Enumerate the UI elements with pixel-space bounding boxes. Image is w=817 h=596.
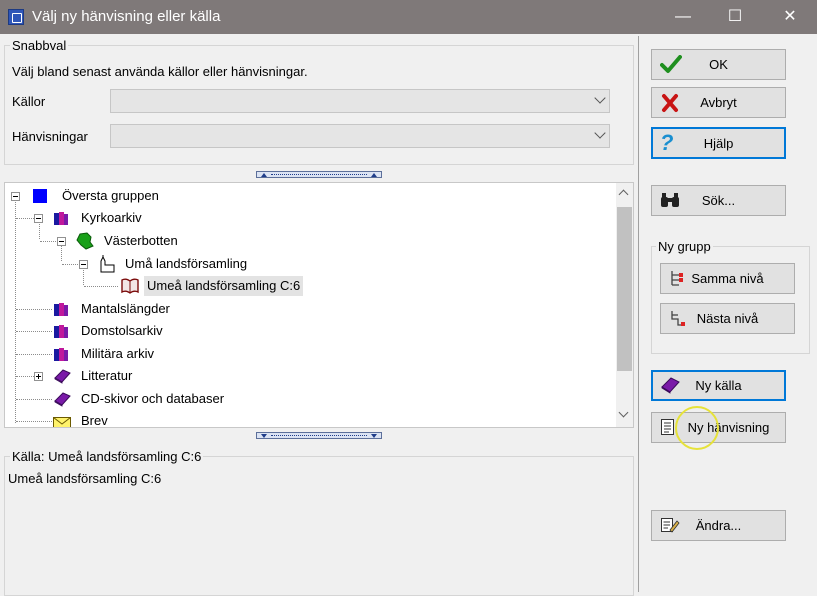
bottom-splitter[interactable]: [256, 432, 382, 439]
title-bar: Välj ny hänvisning eller källa — ☐ ✕: [0, 0, 817, 34]
snabbval-legend: Snabbval: [10, 38, 69, 53]
collapse-icon[interactable]: [11, 192, 20, 201]
blue-square-icon: [33, 189, 47, 203]
tree-node-oversta-gruppen[interactable]: Översta gruppen: [5, 186, 615, 206]
church-icon: [98, 255, 115, 273]
close-button[interactable]: ✕: [767, 0, 813, 34]
panel-divider: [638, 36, 639, 592]
source-info-text: Umeå landsförsamling C:6: [8, 471, 162, 486]
tree-node-cd-skivor[interactable]: CD-skivor och databaser: [5, 389, 615, 409]
snabbval-description: Välj bland senast använda källor eller h…: [12, 64, 308, 79]
tree-node-litteratur[interactable]: Litteratur: [5, 366, 615, 386]
app-icon: [8, 9, 24, 25]
tree-node-mantalslangder[interactable]: Mantalslängder: [5, 299, 615, 319]
expand-icon[interactable]: [34, 372, 43, 381]
cancel-button[interactable]: Avbryt: [651, 87, 786, 118]
scroll-up-icon[interactable]: [618, 189, 629, 200]
kallor-combobox[interactable]: [110, 89, 610, 113]
green-region-icon: [76, 232, 94, 250]
books-icon: [53, 210, 69, 226]
books-icon: [53, 323, 69, 339]
chevron-down-icon: [594, 92, 606, 104]
collapse-icon[interactable]: [79, 260, 88, 269]
kallor-label: Källor: [12, 94, 46, 109]
arrow-up-icon: [261, 173, 267, 177]
arrow-down-icon: [371, 434, 377, 438]
scroll-down-icon[interactable]: [618, 407, 629, 418]
window-title: Välj ny hänvisning eller källa: [32, 8, 221, 25]
purple-book-icon: [53, 391, 71, 407]
books-icon: [53, 346, 69, 362]
edit-button[interactable]: Ändra...: [651, 510, 786, 541]
scroll-thumb[interactable]: [617, 207, 632, 371]
collapse-icon[interactable]: [34, 214, 43, 223]
purple-book-icon: [53, 368, 71, 384]
books-icon: [53, 301, 69, 317]
next-level-button[interactable]: Nästa nivå: [660, 303, 795, 334]
hanvisningar-combobox[interactable]: [110, 124, 610, 148]
tree-node-brev[interactable]: Brev: [5, 411, 615, 427]
tree-node-militara-arkiv[interactable]: Militära arkiv: [5, 344, 615, 364]
same-level-button[interactable]: Samma nivå: [660, 263, 795, 294]
tree-node-uma-landsforsamling[interactable]: Umå landsförsamling: [5, 254, 615, 274]
arrow-down-icon: [261, 434, 267, 438]
ok-button[interactable]: OK: [651, 49, 786, 80]
tree-scrollbar[interactable]: [616, 183, 633, 427]
hanvisningar-label: Hänvisningar: [12, 129, 88, 144]
search-button[interactable]: Sök...: [651, 185, 786, 216]
envelope-icon: [53, 415, 71, 427]
arrow-up-icon: [371, 173, 377, 177]
tree-node-vasterbotten[interactable]: Västerbotten: [5, 231, 615, 251]
tree-node-umea-c6[interactable]: Umeå landsförsamling C:6: [5, 276, 615, 296]
source-tree[interactable]: Översta gruppen Kyrkoarkiv Västerbotten …: [4, 182, 634, 428]
maximize-button[interactable]: ☐: [712, 0, 758, 34]
tree-node-domstolsarkiv[interactable]: Domstolsarkiv: [5, 321, 615, 341]
top-splitter[interactable]: [256, 171, 382, 178]
new-reference-button[interactable]: Ny hänvisning: [651, 412, 786, 443]
ny-grupp-legend: Ny grupp: [656, 239, 713, 254]
minimize-button[interactable]: —: [660, 0, 706, 34]
chevron-down-icon: [594, 127, 606, 139]
collapse-icon[interactable]: [57, 237, 66, 246]
tree-node-kyrkoarkiv[interactable]: Kyrkoarkiv: [5, 208, 615, 228]
source-info-legend: Källa: Umeå landsförsamling C:6: [10, 449, 204, 464]
new-source-button[interactable]: Ny källa: [651, 370, 786, 401]
help-button[interactable]: ? Hjälp: [651, 127, 786, 159]
open-book-icon: [121, 278, 139, 294]
